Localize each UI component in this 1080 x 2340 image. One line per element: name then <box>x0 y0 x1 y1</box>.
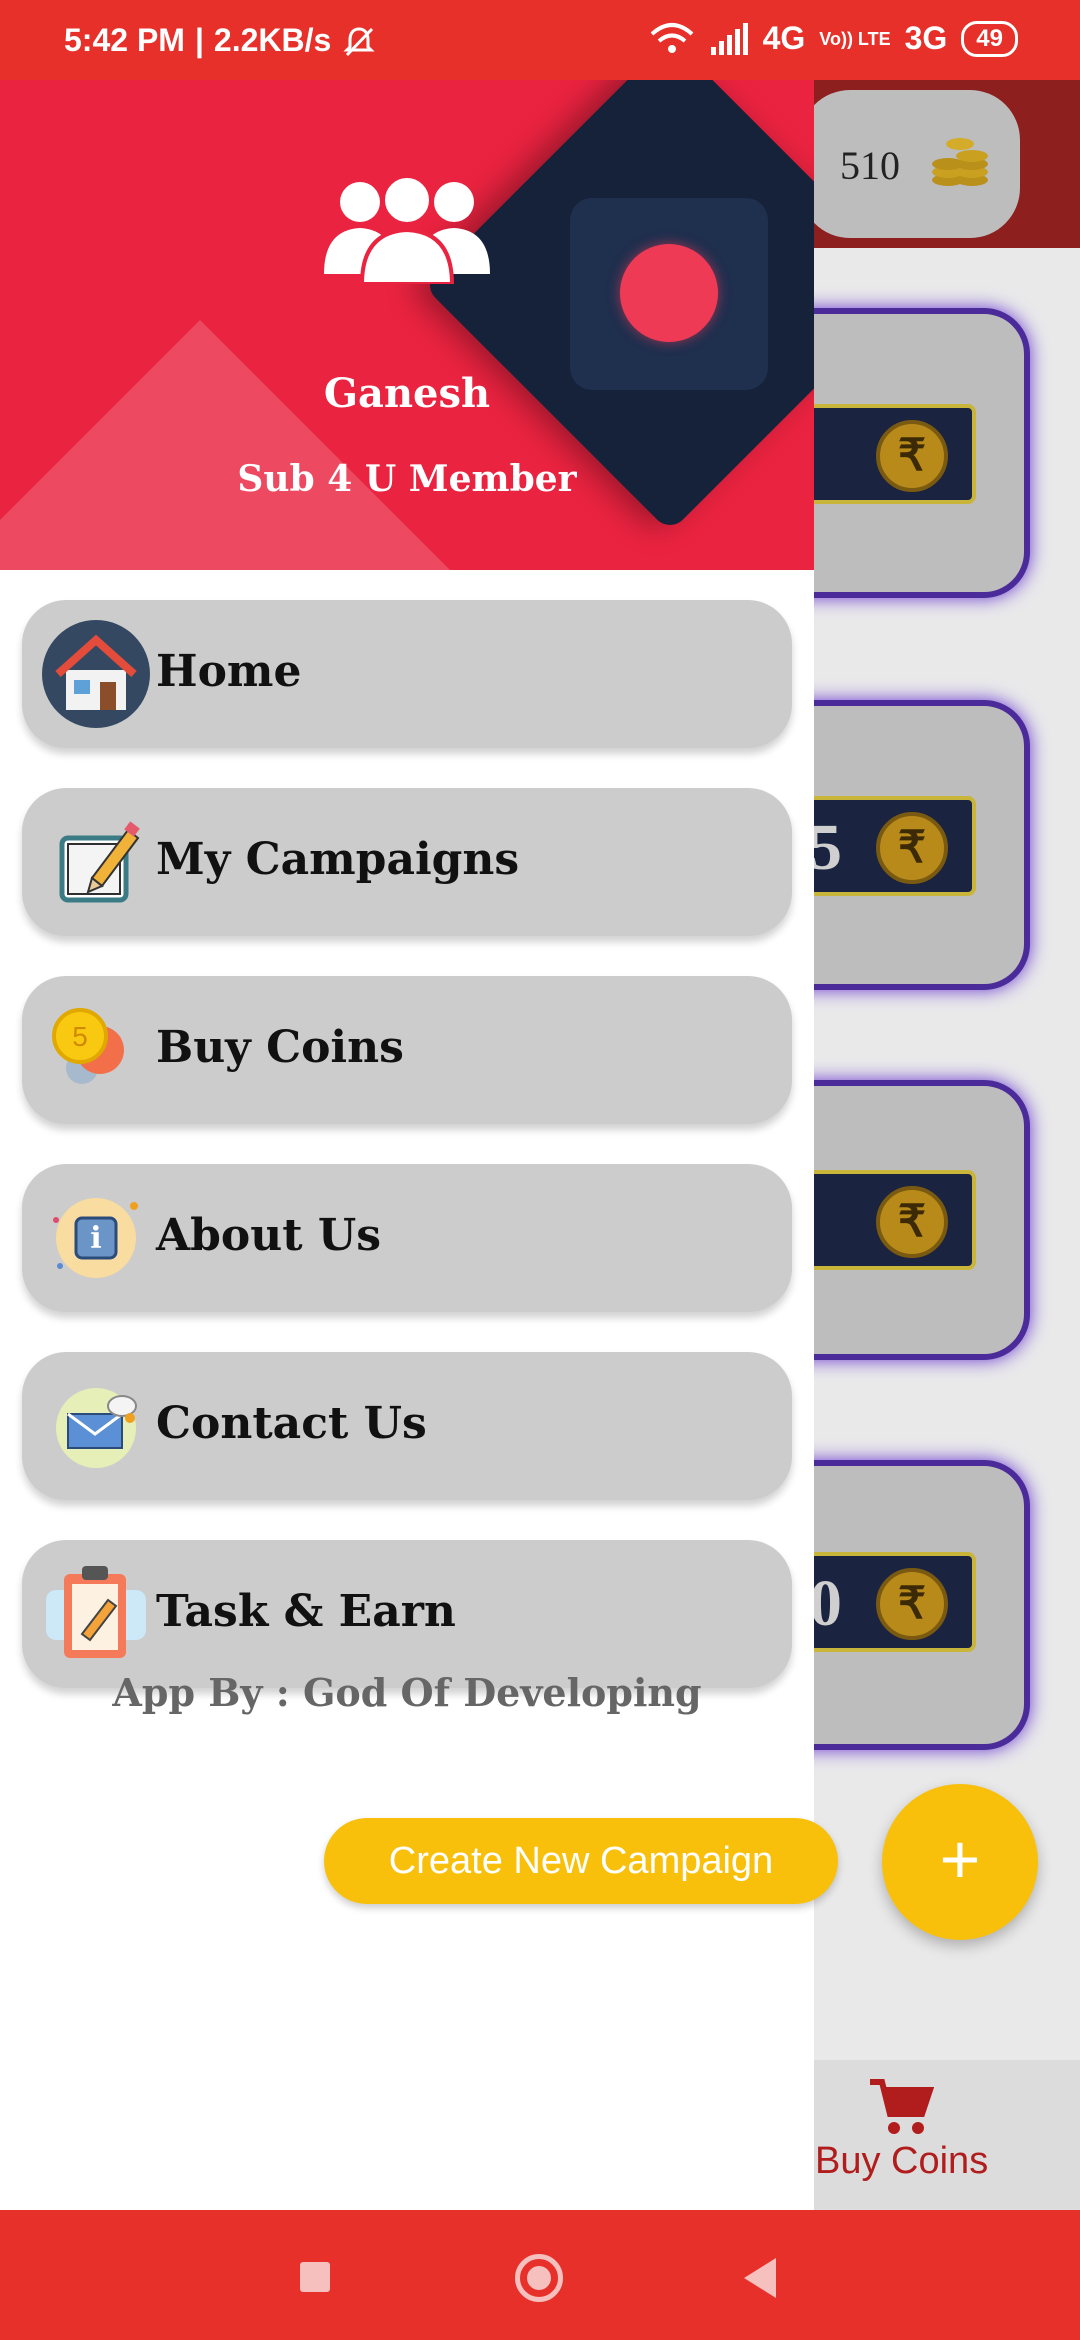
menu-item-label: Home <box>156 646 302 697</box>
status-right: 4G Vo)) LTE 3G 49 <box>649 20 1018 57</box>
coin-balance-pill[interactable]: 510 <box>800 90 1020 238</box>
rupee-coin-icon: ₹ <box>876 420 948 492</box>
menu-item-label: Contact Us <box>156 1398 427 1449</box>
coin-stack-icon <box>932 138 988 186</box>
battery-indicator: 49 <box>961 20 1018 57</box>
menu-item-label: My Campaigns <box>156 834 520 885</box>
menu-item-about-us[interactable]: i About Us <box>22 1164 792 1312</box>
coin-balance: 510 <box>840 143 900 188</box>
rupee-coin-icon: ₹ <box>876 1568 948 1640</box>
menu-item-task-earn[interactable]: Task & Earn <box>22 1540 792 1688</box>
home-button[interactable] <box>515 2254 563 2302</box>
mail-icon <box>56 1388 137 1468</box>
app-credit: App By : God Of Developing <box>112 1670 702 1715</box>
clipboard-icon <box>46 1566 146 1658</box>
drawer-header: Ganesh Sub 4 U Member <box>0 80 814 570</box>
network-4g-label: 4G <box>762 20 806 56</box>
menu-item-home[interactable]: Home <box>22 600 792 748</box>
user-name: Ganesh <box>323 370 491 417</box>
status-left: 5:42 PM | 2.2KB/s <box>64 22 377 59</box>
record-dot-icon <box>620 244 718 342</box>
signal-icon <box>710 22 748 55</box>
rupee-coin-icon: ₹ <box>876 812 948 884</box>
user-role: Sub 4 U Member <box>237 458 577 500</box>
svg-text:5: 5 <box>72 1021 88 1052</box>
status-speed: 2.2KB/s <box>213 22 332 58</box>
create-new-campaign-button[interactable]: Create New Campaign <box>324 1818 838 1904</box>
coins-icon: 5 <box>52 1008 124 1084</box>
recents-button[interactable] <box>300 2262 330 2292</box>
system-navigation-bar <box>0 2210 1080 2340</box>
menu-item-my-campaigns[interactable]: My Campaigns <box>22 788 792 936</box>
status-time: 5:42 PM <box>64 22 185 58</box>
pencil-note-icon <box>59 821 140 903</box>
volte-label: Vo)) LTE <box>819 28 891 49</box>
users-group-icon <box>324 174 490 284</box>
status-divider: | <box>194 22 204 58</box>
tab-buy-coins[interactable]: Buy Coins <box>815 2140 988 2183</box>
menu-item-label: Buy Coins <box>156 1022 404 1073</box>
cart-icon[interactable] <box>868 2076 934 2136</box>
back-button[interactable] <box>744 2258 776 2298</box>
menu-item-buy-coins[interactable]: 5 Buy Coins <box>22 976 792 1124</box>
network-3g-label: 3G <box>904 20 948 56</box>
menu-item-contact-us[interactable]: Contact Us <box>22 1352 792 1500</box>
wifi-icon <box>650 22 693 53</box>
mute-bell-icon <box>343 26 375 56</box>
status-bar: 5:42 PM | 2.2KB/s 4G Vo)) LTE 3G 49 <box>0 0 1080 80</box>
rupee-coin-icon: ₹ <box>876 1186 948 1258</box>
home-icon <box>42 620 150 728</box>
menu-item-label: Task & Earn <box>156 1586 456 1637</box>
menu-item-label: About Us <box>156 1210 382 1261</box>
svg-text:i: i <box>90 1221 101 1256</box>
decorative-triangle <box>0 320 460 570</box>
info-icon: i <box>53 1198 138 1278</box>
add-fab-button[interactable]: + <box>882 1784 1038 1940</box>
record-badge <box>570 198 768 390</box>
